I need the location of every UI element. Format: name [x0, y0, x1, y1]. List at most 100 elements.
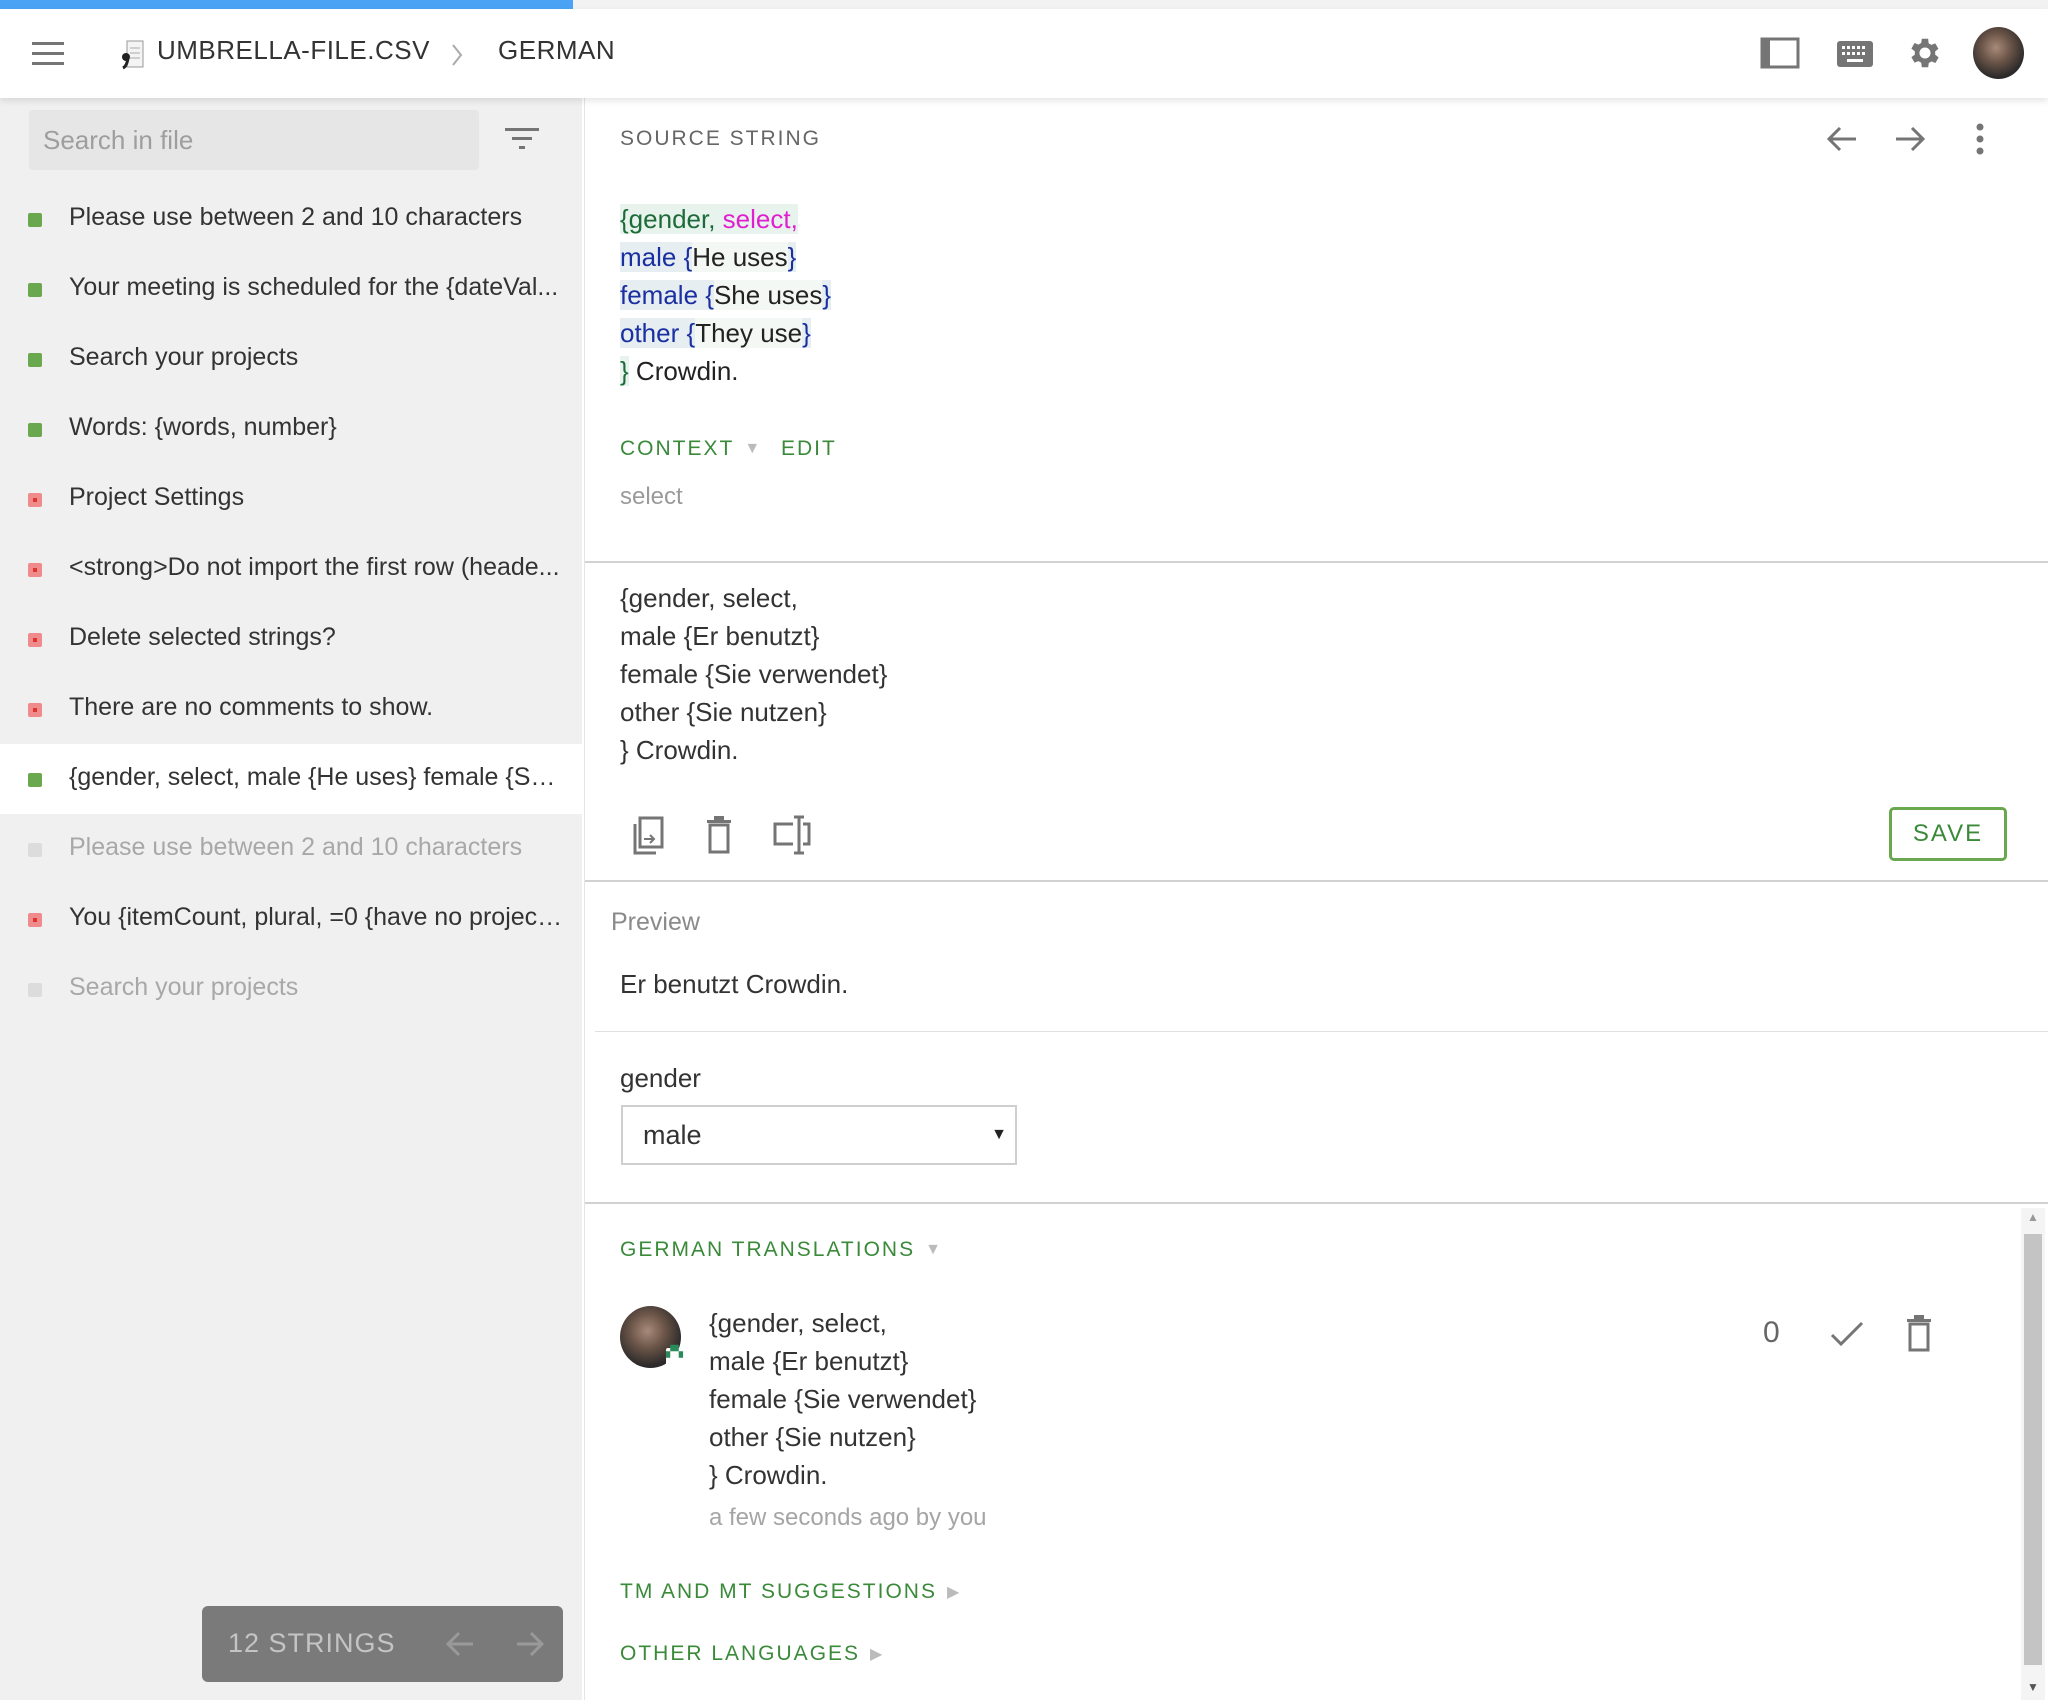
save-button[interactable]: SAVE: [1889, 807, 2007, 861]
status-gray-icon: [28, 843, 42, 857]
next-string-arrow-icon[interactable]: [1894, 125, 1926, 153]
insert-placeholder-icon[interactable]: [773, 815, 811, 855]
scroll-down-icon[interactable]: ▼: [2027, 1680, 2039, 1694]
translation-line: } Crowdin.: [709, 1460, 828, 1490]
string-list-item-text: Project Settings: [69, 483, 245, 511]
source-token: select,: [722, 204, 798, 234]
string-list-item[interactable]: Please use between 2 and 10 characters: [0, 184, 582, 254]
menu-icon[interactable]: [32, 42, 64, 66]
prev-page-arrow-icon[interactable]: [445, 1630, 475, 1658]
more-vert-icon[interactable]: [1974, 123, 1986, 155]
string-list-item[interactable]: Delete selected strings?: [0, 604, 582, 674]
caret-right-icon: ▶: [946, 1584, 962, 1602]
strings-count: 12 STRINGS: [228, 1628, 396, 1658]
source-string-label: SOURCE STRING: [620, 127, 822, 150]
clear-trash-icon[interactable]: [706, 815, 732, 855]
translation-item: ▞▚ {gender, select, male {Er benutzt} fe…: [620, 1306, 2000, 1536]
source-token: {: [705, 280, 714, 310]
dropdown-arrow-icon: ▼: [991, 1126, 1007, 1143]
string-list-item[interactable]: You {itemCount, plural, =0 {have no proj…: [0, 884, 582, 954]
string-list-item[interactable]: Search your projects: [0, 324, 582, 394]
prev-string-arrow-icon[interactable]: [1826, 125, 1858, 153]
context-value: select: [620, 483, 683, 510]
delete-translation-icon[interactable]: [1906, 1314, 1932, 1352]
status-green-icon: [28, 773, 42, 787]
user-avatar[interactable]: [1973, 27, 2024, 79]
caret-right-icon: ▶: [870, 1646, 885, 1664]
string-list-item[interactable]: Please use between 2 and 10 characters: [0, 814, 582, 884]
source-token: }: [802, 318, 811, 348]
string-list-item[interactable]: Your meeting is scheduled for the {dateV…: [0, 254, 582, 324]
scrollbar-thumb[interactable]: [2024, 1234, 2042, 1665]
status-gray-icon: [28, 983, 42, 997]
settings-icon[interactable]: [1906, 34, 1944, 72]
caret-down-icon: ▼: [744, 440, 763, 458]
source-token: {: [683, 242, 693, 272]
translation-textarea[interactable]: {gender, select, male {Er benutzt} femal…: [620, 583, 1820, 783]
string-list-item[interactable]: There are no comments to show.: [0, 674, 582, 744]
tm-mt-suggestions-label: TM AND MT SUGGESTIONS: [620, 1580, 937, 1603]
source-line: male {He uses}: [620, 239, 797, 275]
source-token: other: [620, 318, 687, 348]
string-list-item[interactable]: Search your projects: [0, 954, 582, 1024]
string-list-item[interactable]: Project Settings: [0, 464, 582, 534]
other-languages-toggle[interactable]: OTHER LANGUAGES ▶: [620, 1642, 884, 1666]
translation-line: {gender, select,: [709, 1308, 887, 1338]
source-token: He uses: [692, 242, 788, 272]
translation-line: {gender, select,: [620, 583, 798, 613]
divider: [595, 1031, 2048, 1032]
keyboard-icon[interactable]: [1836, 39, 1874, 69]
string-list-item-text: Please use between 2 and 10 characters: [69, 833, 523, 861]
crowdin-badge-icon: ▞▚: [666, 1347, 683, 1366]
next-page-arrow-icon[interactable]: [515, 1630, 545, 1658]
source-line: {gender, select,: [620, 201, 798, 237]
source-line: other {They use}: [620, 315, 811, 351]
strings-count-bar: 12 STRINGS: [202, 1606, 563, 1682]
translation-line: female {Sie verwendet}: [620, 659, 888, 689]
loading-progress-bar: [0, 0, 574, 9]
context-toggle[interactable]: CONTEXT ▼: [620, 437, 762, 461]
copy-source-icon[interactable]: [632, 815, 668, 855]
string-list-item[interactable]: {gender, select, male {He uses} female {…: [0, 744, 582, 814]
string-list-item-text: <strong>Do not import the first row (hea…: [69, 553, 560, 581]
context-edit-link[interactable]: EDIT: [781, 437, 837, 461]
context-label: CONTEXT: [620, 437, 735, 460]
status-red-icon: [28, 563, 42, 577]
preview-text: Er benutzt Crowdin.: [620, 969, 849, 999]
source-token: }: [787, 242, 797, 272]
string-list-item[interactable]: <strong>Do not import the first row (hea…: [0, 534, 582, 604]
breadcrumb-file[interactable]: UMBRELLA-FILE.CSV: [157, 35, 430, 66]
gender-param-label: gender: [620, 1063, 701, 1093]
approve-check-icon[interactable]: [1830, 1320, 1864, 1348]
german-translations-toggle[interactable]: GERMAN TRANSLATIONS ▼: [620, 1238, 943, 1262]
other-languages-label: OTHER LANGUAGES: [620, 1642, 861, 1665]
sidebar-toggle-icon[interactable]: [1760, 36, 1800, 70]
string-list-item-text: You {itemCount, plural, =0 {have no proj…: [69, 903, 564, 931]
status-green-icon: [28, 213, 42, 227]
translation-line: other {Sie nutzen}: [620, 697, 827, 727]
translation-line: other {Sie nutzen}: [709, 1422, 916, 1452]
translation-line: } Crowdin.: [620, 735, 739, 765]
source-token: {: [686, 318, 696, 348]
caret-down-icon: ▼: [925, 1241, 943, 1259]
tm-mt-suggestions-toggle[interactable]: TM AND MT SUGGESTIONS ▶: [620, 1580, 961, 1604]
source-token: female: [620, 280, 706, 310]
gender-select[interactable]: male ▼: [621, 1105, 1017, 1165]
filter-icon[interactable]: [505, 126, 539, 152]
translation-line: male {Er benutzt}: [620, 621, 820, 651]
app-header: UMBRELLA-FILE.CSV GERMAN: [0, 9, 2048, 98]
file-icon: [122, 40, 144, 70]
breadcrumb-language[interactable]: GERMAN: [498, 35, 615, 66]
source-token: She uses: [713, 280, 823, 310]
preview-label: Preview: [611, 908, 700, 936]
scrollbar[interactable]: ▲ ▼: [2021, 1208, 2045, 1700]
string-list-item[interactable]: Words: {words, number}: [0, 394, 582, 464]
source-token: {gender,: [620, 204, 723, 234]
search-input[interactable]: [29, 110, 479, 170]
status-green-icon: [28, 423, 42, 437]
strings-sidebar: Please use between 2 and 10 characters Yo…: [0, 98, 582, 1700]
status-red-icon: [28, 493, 42, 507]
string-list-item-text: Search your projects: [69, 343, 299, 371]
status-red-icon: [28, 703, 42, 717]
scroll-up-icon[interactable]: ▲: [2027, 1210, 2039, 1224]
